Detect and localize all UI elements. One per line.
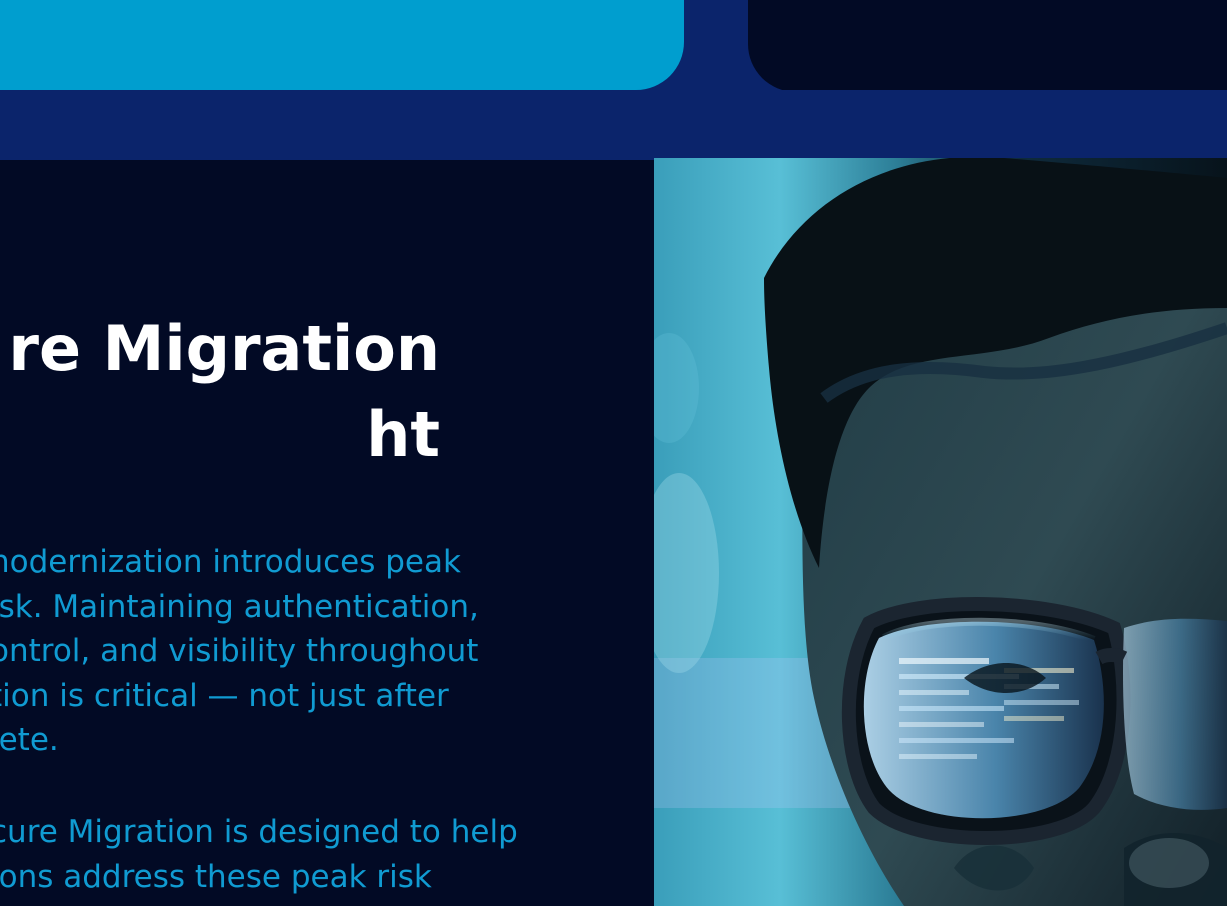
section-headline: re Migration ht — [8, 312, 440, 471]
body-paragraph-2: cure Migration is designed to help ions … — [0, 814, 518, 895]
body-paragraph-1: nodernization introduces peak isk. Maint… — [0, 544, 479, 758]
hero-photo-illustration — [654, 158, 1227, 906]
content-panel: re Migration ht nodernization introduces… — [0, 160, 654, 906]
section-divider-band — [0, 90, 1227, 158]
top-dark-card — [748, 0, 1227, 92]
top-cyan-card — [0, 0, 684, 90]
hero-photo — [654, 158, 1227, 906]
